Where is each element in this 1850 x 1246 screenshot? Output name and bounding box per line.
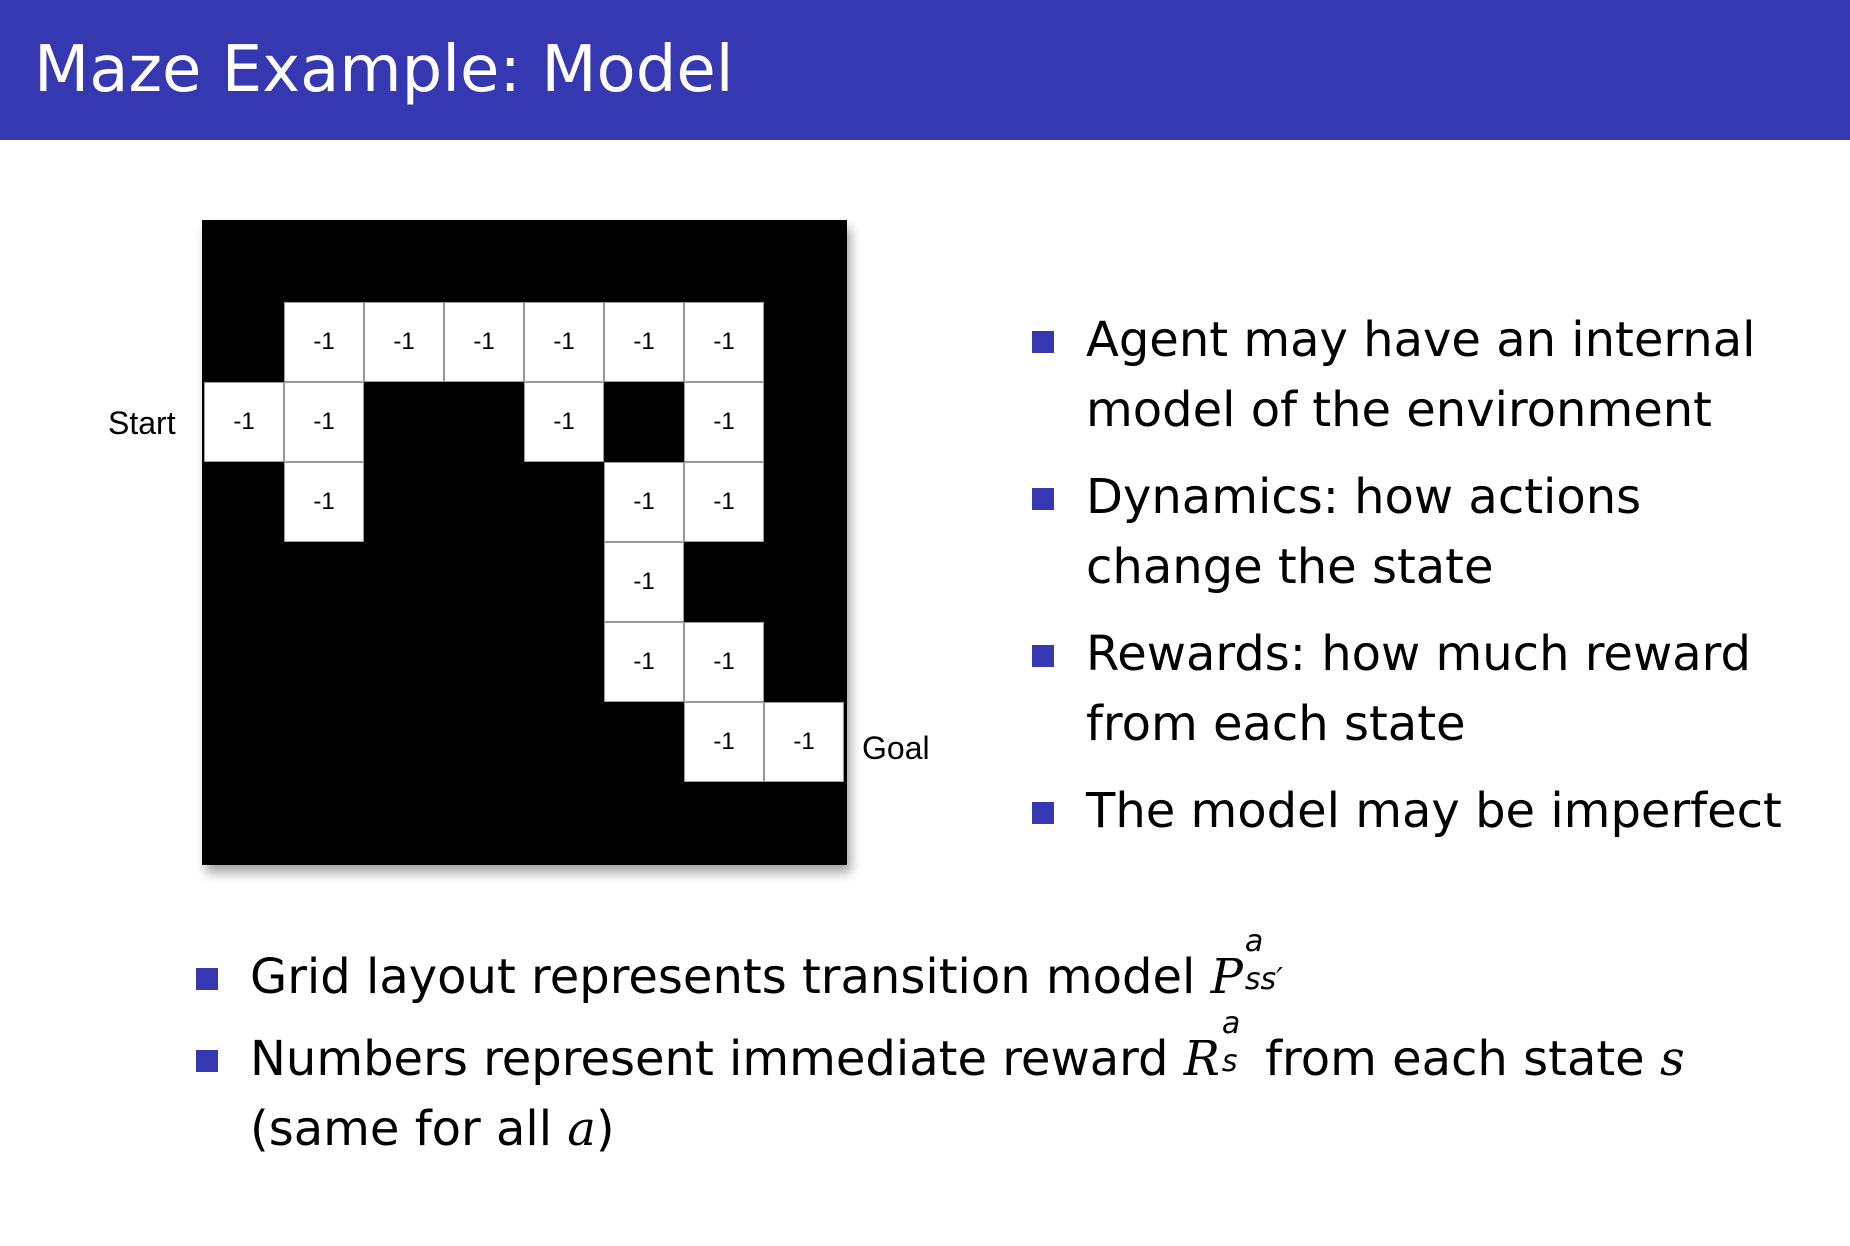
reward-symbol: R [1183, 1031, 1220, 1087]
bullet-line: Agent may have an internal [1086, 312, 1756, 368]
maze-cell: -1 [604, 542, 684, 622]
bullet-text-segment: Numbers represent immediate reward [250, 1031, 1184, 1087]
bullet-text-segment: from each state [1249, 1031, 1660, 1087]
subscript: s [1221, 1044, 1238, 1079]
bullet-item: The model may be imperfect [1032, 776, 1832, 846]
maze-cell: -1 [284, 382, 364, 462]
maze-cell: -1 [684, 622, 764, 702]
start-label: Start [108, 405, 176, 441]
bullet-line: The model may be imperfect [1086, 783, 1782, 839]
maze-grid: -1 -1 -1 -1 -1 -1 -1 -1 -1 -1 -1 -1 -1 -1 -1 -1 -1 -1 [202, 220, 847, 865]
bullet-line: Numbers represent immediate reward Ras f… [250, 1009, 1816, 1094]
bullet-square-icon [1032, 802, 1054, 824]
bullet-line: from each state [1086, 696, 1466, 752]
maze-cell: -1 [684, 302, 764, 382]
transition-symbol: P [1210, 949, 1243, 1005]
bullet-text-segment: ) [595, 1101, 615, 1157]
bullet-item-reward: Numbers represent immediate reward Ras f… [196, 1009, 1816, 1164]
bullet-item-transition-model: Grid layout represents transition model … [196, 927, 1816, 1012]
state-variable: s [1659, 1031, 1685, 1087]
maze-cell: -1 [204, 382, 284, 462]
slide-title: Maze Example: Model [34, 33, 734, 107]
maze-cell: -1 [364, 302, 444, 382]
bottom-bullet-list: Grid layout represents transition model … [196, 927, 1816, 1176]
bullet-text-segment: Grid layout represents transition model [250, 949, 1211, 1005]
maze-cell: -1 [684, 462, 764, 542]
bullet-line: Dynamics: how actions [1086, 469, 1642, 525]
superscript: a [1221, 1006, 1241, 1041]
action-variable: a [567, 1101, 596, 1157]
bullet-item: Dynamics: how actions change the state [1032, 462, 1832, 602]
bullet-line: (same for all a) [250, 1094, 1816, 1164]
maze-cell: -1 [604, 622, 684, 702]
right-bullet-list: Agent may have an internal model of the … [1032, 305, 1832, 863]
bullet-square-icon [196, 1050, 218, 1072]
maze-cell: -1 [284, 462, 364, 542]
bullet-square-icon [1032, 645, 1054, 667]
maze-cell: -1 [524, 302, 604, 382]
bullet-text-segment: (same for all [250, 1101, 568, 1157]
maze-cell: -1 [604, 302, 684, 382]
bullet-line: Rewards: how much reward [1086, 626, 1751, 682]
maze-cell: -1 [524, 382, 604, 462]
bullet-square-icon [1032, 488, 1054, 510]
maze-cell: -1 [684, 382, 764, 462]
symbol-indices: a ss′ [1243, 927, 1297, 997]
subscript: ss′ [1244, 962, 1283, 997]
bullet-line: model of the environment [1086, 382, 1712, 438]
bullet-line: change the state [1086, 539, 1494, 595]
bullet-item: Agent may have an internal model of the … [1032, 305, 1832, 445]
maze-cell: -1 [764, 702, 844, 782]
maze-cell: -1 [604, 462, 684, 542]
goal-label: Goal [862, 730, 930, 766]
maze-cell: -1 [284, 302, 364, 382]
superscript: a [1244, 924, 1264, 959]
bullet-item: Rewards: how much reward from each state [1032, 619, 1832, 759]
symbol-indices: as [1220, 1009, 1250, 1079]
bullet-square-icon [1032, 331, 1054, 353]
maze-cell: -1 [444, 302, 524, 382]
bullet-line: Grid layout represents transition model … [250, 927, 1816, 1012]
title-bar: Maze Example: Model [0, 0, 1850, 140]
maze-cell: -1 [684, 702, 764, 782]
bullet-square-icon [196, 968, 218, 990]
